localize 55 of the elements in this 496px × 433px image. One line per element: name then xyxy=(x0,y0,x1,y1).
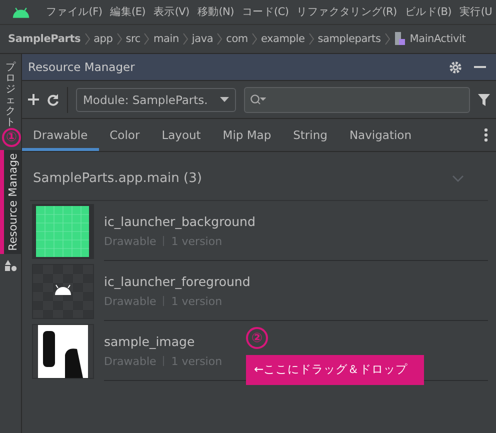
breadcrumb-item[interactable]: example xyxy=(260,33,305,45)
grid-thumbnail xyxy=(32,204,94,258)
breadcrumb-item[interactable]: src xyxy=(126,33,140,45)
breadcrumb-item[interactable]: sampleparts xyxy=(318,33,381,45)
chevron-icon xyxy=(182,33,188,45)
annotation-number: ② xyxy=(246,327,268,349)
menu-item[interactable]: リファクタリング(R) xyxy=(296,5,397,19)
add-icon[interactable] xyxy=(28,94,39,105)
module-dropdown[interactable]: Module: SampleParts. xyxy=(76,88,236,112)
menu-item[interactable]: 表示(V) xyxy=(153,5,190,19)
shapes-icon xyxy=(4,260,16,272)
resource-tab[interactable]: Color xyxy=(98,119,151,151)
resource-name: sample_image xyxy=(104,334,195,348)
breadcrumb-item[interactable]: main xyxy=(153,33,179,45)
resource-manager-tab[interactable]: Resource Manage xyxy=(0,150,21,254)
chevron-icon xyxy=(217,33,222,45)
android-thumbnail xyxy=(32,264,94,318)
android-icon[interactable] xyxy=(12,6,30,18)
search-field[interactable] xyxy=(244,86,470,112)
menu-item[interactable]: 移動(N) xyxy=(197,5,234,19)
annotation-label: ←ここにドラッグ＆ドロップ xyxy=(246,355,424,385)
chevron-icon xyxy=(308,33,314,45)
image-thumbnail xyxy=(32,324,94,378)
breadcrumb-item[interactable]: java xyxy=(192,33,214,45)
resource-tab[interactable]: Drawable xyxy=(22,119,99,151)
project-tab[interactable]: プロジェクト xyxy=(1,62,20,128)
chevron-icon xyxy=(144,33,150,45)
chevron-icon xyxy=(384,33,390,45)
group-title: SampleParts.app.main (3) xyxy=(33,170,202,186)
settings-icon[interactable] xyxy=(449,60,462,74)
caret-icon xyxy=(220,97,229,102)
resource-name: ic_launcher_foreground xyxy=(104,274,250,288)
panel-title: Resource Manager xyxy=(28,60,136,74)
menu-item[interactable]: コード(C) xyxy=(242,5,289,19)
resource-tab[interactable]: Layout xyxy=(150,119,212,151)
menu-item[interactable]: 編集(E) xyxy=(110,5,146,19)
chevron-icon xyxy=(116,33,122,45)
breadcrumb-item[interactable]: MainActivit xyxy=(410,33,466,45)
more-options-icon[interactable] xyxy=(484,128,488,142)
chevron-icon xyxy=(252,33,257,45)
filter-icon[interactable] xyxy=(478,94,490,106)
refresh-icon[interactable] xyxy=(47,94,59,106)
menu-item[interactable]: ファイル(F) xyxy=(46,5,102,19)
resource-tab[interactable]: Mip Map xyxy=(212,119,282,151)
resource-name: ic_launcher_background xyxy=(104,214,256,228)
chevron-icon xyxy=(84,33,90,45)
resource-tab[interactable]: Navigation xyxy=(338,119,422,151)
breadcrumb-item[interactable]: app xyxy=(94,33,113,45)
class-file-icon xyxy=(394,32,406,46)
menu-item[interactable]: ビルド(B) xyxy=(404,5,452,19)
menu-item[interactable]: 実行(U xyxy=(459,5,492,19)
resource-tab[interactable]: String xyxy=(282,119,338,151)
breadcrumb-item[interactable]: com xyxy=(226,33,248,45)
breadcrumb-item[interactable]: SampleParts xyxy=(8,33,81,45)
search-icon xyxy=(250,94,266,105)
